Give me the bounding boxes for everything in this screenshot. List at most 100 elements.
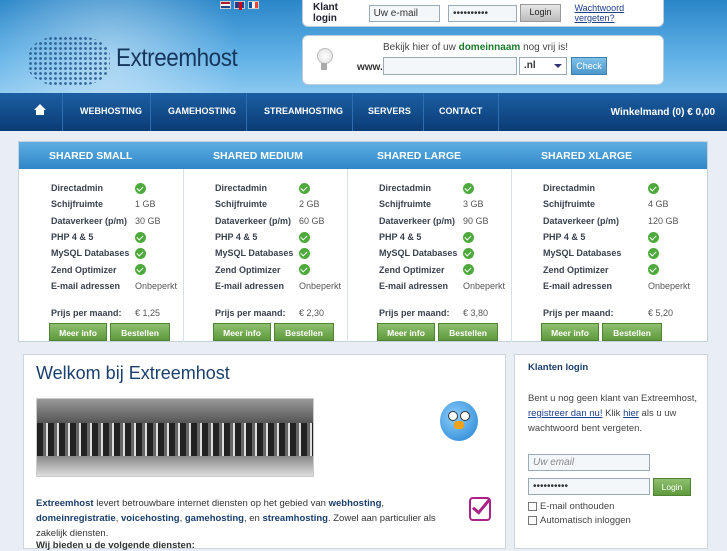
home-icon[interactable] (34, 104, 46, 116)
feature-label: Dataverkeer (p/m) (543, 215, 620, 226)
feature-value: 90 GB (463, 215, 489, 226)
flag-fr-icon[interactable] (248, 1, 259, 9)
bestellen-button[interactable]: Bestellen (274, 323, 334, 341)
login-password-field[interactable]: •••••••••• (447, 4, 518, 22)
check-icon (299, 182, 310, 194)
site-header: Extreemhost Klant login Uw e-mail ••••••… (0, 0, 727, 93)
check-icon (135, 264, 146, 276)
price-value: € 5,20 (648, 308, 674, 319)
feature-label: E-mail adressen (215, 280, 285, 291)
feature-label: Schijfruimte (51, 199, 104, 210)
customer-email-input[interactable]: Uw email (528, 454, 650, 471)
plan-card: SHARED XLARGE Directadmin Schijfruimte 4 … (511, 142, 707, 342)
hosting-plans: SHARED SMALL Directadmin Schijfruimte 1 G… (18, 141, 708, 342)
check-icon (463, 182, 474, 194)
feature-label: MySQL Databases (379, 248, 458, 259)
feature-label: Dataverkeer (p/m) (51, 215, 128, 226)
feature-label: MySQL Databases (51, 248, 130, 259)
feature-label: Dataverkeer (p/m) (215, 215, 292, 226)
plan-card: SHARED SMALL Directadmin Schijfruimte 1 G… (19, 142, 183, 342)
customer-login-text: Bent u nog geen klant van Extreemhost, r… (528, 393, 697, 434)
bestellen-button[interactable]: Bestellen (602, 323, 662, 341)
feature-label: PHP 4 & 5 (215, 232, 258, 243)
feature-label: Directadmin (543, 183, 596, 194)
site-logo[interactable]: Extreemhost (116, 44, 238, 73)
feature-label: MySQL Databases (215, 248, 294, 259)
forgot-password-link[interactable]: Wachtwoord vergeten? (575, 3, 663, 23)
feature-value: Onbeperkt (463, 280, 506, 291)
price-label: Prijs per maand: (543, 308, 614, 319)
check-domain-button[interactable]: Check (571, 57, 607, 75)
feature-label: Zend Optimizer (215, 264, 281, 275)
domain-question: Bekijk hier of uw domeinnaam nog vrij is… (383, 42, 569, 53)
plan-title: SHARED XLARGE (511, 142, 707, 169)
tld-select[interactable]: .nl (519, 57, 567, 75)
welcome-text: Extreemhost levert betrouwbare internet … (36, 498, 436, 539)
plan-title: SHARED SMALL (19, 142, 183, 169)
flag-en-icon[interactable] (234, 1, 245, 10)
price-value: € 2,30 (299, 308, 325, 319)
welcome-panel: Welkom bij Extreemhost Extreemhost lever… (23, 354, 506, 551)
checkbox-icon[interactable] (528, 502, 537, 511)
nav-item-gamehosting[interactable]: GAMEHOSTING (168, 106, 236, 116)
meer-info-button[interactable]: Meer info (49, 323, 107, 341)
login-email-field[interactable]: Uw e-mail (368, 4, 440, 22)
flag-nl-icon[interactable] (220, 1, 231, 9)
meer-info-button[interactable]: Meer info (213, 323, 271, 341)
check-icon (648, 231, 659, 243)
check-icon (463, 247, 474, 259)
nav-item-contact[interactable]: CONTACT (439, 106, 482, 116)
nav-item-streamhosting[interactable]: STREAMHOSTING (264, 106, 343, 116)
nav-item-servers[interactable]: SERVERS (368, 106, 411, 116)
feature-label: Zend Optimizer (543, 264, 609, 275)
remember-email-checkbox[interactable]: E-mail onthouden (528, 501, 614, 512)
register-link[interactable]: registreer dan nu! (528, 408, 602, 419)
check-icon (463, 231, 474, 243)
feature-label: Schijfruimte (543, 199, 596, 210)
customer-login-button[interactable]: Login (653, 478, 691, 496)
feature-value: Onbeperkt (135, 280, 178, 291)
nav-divider (246, 93, 247, 131)
feature-label: PHP 4 & 5 (51, 232, 94, 243)
nav-divider (150, 93, 151, 131)
bestellen-button[interactable]: Bestellen (110, 323, 170, 341)
meer-info-button[interactable]: Meer info (377, 323, 435, 341)
feature-value: 4 GB (648, 199, 669, 210)
feature-value: 30 GB (135, 215, 161, 226)
feature-value: 1 GB (135, 199, 156, 210)
check-icon (135, 182, 146, 194)
feature-label: Zend Optimizer (51, 264, 117, 275)
plan-title: SHARED MEDIUM (183, 142, 347, 169)
feature-label: E-mail adressen (379, 280, 449, 291)
price-value: € 1,25 (135, 308, 161, 319)
auto-login-checkbox[interactable]: Automatisch inloggen (528, 515, 631, 526)
main-nav: WEBHOSTING GAMEHOSTING STREAMHOSTING SER… (0, 93, 727, 131)
plan-card: SHARED LARGE Directadmin Schijfruimte 3 G… (347, 142, 511, 342)
domain-input[interactable] (383, 57, 517, 75)
check-icon (648, 264, 659, 276)
nav-item-webhosting[interactable]: WEBHOSTING (80, 106, 142, 116)
bestellen-button[interactable]: Bestellen (438, 323, 498, 341)
check-icon (135, 247, 146, 259)
price-label: Prijs per maand: (51, 308, 122, 319)
feature-label: Schijfruimte (379, 199, 432, 210)
customer-login-panel: Klanten login Bent u nog geen klant van … (514, 354, 708, 549)
customer-password-input[interactable]: •••••••••• (528, 478, 650, 495)
forgot-here-link[interactable]: hier (623, 408, 639, 419)
login-button[interactable]: Login (520, 4, 561, 22)
logo-globe-icon (28, 36, 110, 86)
meer-info-button[interactable]: Meer info (541, 323, 599, 341)
checkbox-icon[interactable] (528, 516, 537, 525)
shopping-cart-link[interactable]: Winkelmand (0) € 0,00 (611, 107, 715, 118)
twitter-bird-icon[interactable] (434, 395, 482, 447)
language-flags (220, 1, 259, 10)
feature-value: Onbeperkt (648, 280, 691, 291)
feature-value: 3 GB (463, 199, 484, 210)
feature-label: E-mail adressen (51, 280, 121, 291)
nav-divider (352, 93, 353, 131)
login-label: Klant login (313, 2, 338, 24)
feature-value: Onbeperkt (299, 280, 342, 291)
feature-value: 60 GB (299, 215, 325, 226)
check-icon (135, 231, 146, 243)
feature-label: Directadmin (51, 183, 104, 194)
